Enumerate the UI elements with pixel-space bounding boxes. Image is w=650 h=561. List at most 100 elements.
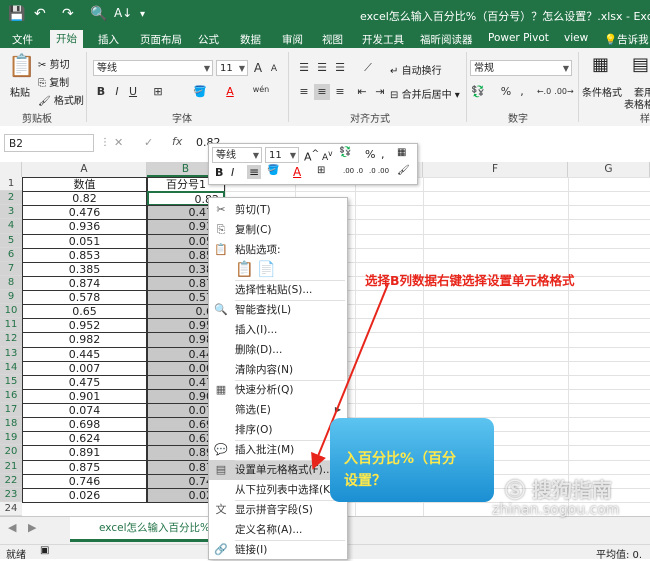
cell-a[interactable]: 0.874	[22, 275, 147, 292]
cell-a[interactable]: 0.82	[22, 191, 147, 207]
shrink-font-button[interactable]: A	[266, 61, 282, 77]
align-middle-icon[interactable]: ☰	[314, 60, 330, 76]
cell-a[interactable]: 0.074	[22, 403, 147, 419]
row-header[interactable]: 7	[0, 261, 22, 276]
row-header[interactable]: 4	[0, 219, 22, 234]
paste-values-icon[interactable]: 📄	[257, 260, 276, 278]
mini-format-table-icon[interactable]: ▦	[397, 147, 406, 158]
mini-size-combo[interactable]: 11 ▼	[265, 147, 299, 163]
row-header[interactable]: 12	[0, 332, 22, 347]
cell-a[interactable]: 0.901	[22, 388, 147, 405]
align-right-icon[interactable]: ≡	[332, 84, 348, 100]
tab-view[interactable]: 视图	[322, 32, 343, 47]
tab-view-en[interactable]: view	[564, 32, 588, 44]
row-header[interactable]: 9	[0, 290, 22, 305]
cell-a1[interactable]: 数值	[22, 177, 147, 193]
italic-button[interactable]: I	[109, 84, 125, 100]
row-header[interactable]: 17	[0, 403, 22, 418]
cancel-icon[interactable]: ✕	[114, 136, 123, 149]
paste-option-icon[interactable]: 📋	[235, 260, 254, 278]
column-header-f[interactable]: F	[423, 162, 568, 177]
row-header[interactable]: 3	[0, 205, 22, 220]
row-header[interactable]: 5	[0, 233, 22, 248]
format-painter-button[interactable]: 🖌 格式刷	[38, 92, 84, 107]
print-preview-icon[interactable]: 🔍	[90, 6, 107, 22]
confirm-icon[interactable]: ✓	[144, 136, 153, 149]
row-header[interactable]: 16	[0, 388, 22, 404]
wrap-text-button[interactable]: ↵ 自动换行	[390, 62, 442, 77]
increase-decimal-icon[interactable]: ←.0	[534, 84, 554, 100]
tab-insert[interactable]: 插入	[98, 32, 119, 47]
increase-indent-icon[interactable]: ⇥	[372, 84, 388, 100]
redo-icon[interactable]: ↷	[62, 6, 74, 22]
decrease-indent-icon[interactable]: ⇤	[354, 84, 370, 100]
cell-a[interactable]: 0.026	[22, 487, 147, 503]
row-header[interactable]: 18	[0, 417, 22, 432]
tab-developer[interactable]: 开发工具	[362, 32, 404, 47]
mini-font-combo[interactable]: 等线 ▼	[212, 147, 262, 163]
mini-bold-button[interactable]: B	[215, 166, 223, 179]
row-header[interactable]: 24	[0, 502, 22, 517]
copy-button[interactable]: ⎘ 复制	[38, 74, 69, 89]
percent-button[interactable]: %	[498, 84, 514, 100]
row-header[interactable]: 11	[0, 318, 22, 333]
conditional-format-button[interactable]: 条件格式	[582, 84, 622, 99]
conditional-format-icon[interactable]: ▦	[592, 54, 609, 75]
context-menu-item[interactable]: 从下拉列表中选择(K)...	[209, 480, 347, 500]
mini-comma-button[interactable]: ,	[381, 148, 385, 161]
grow-font-button[interactable]: A	[250, 60, 266, 76]
macro-record-icon[interactable]: ▣	[40, 545, 49, 556]
cell-a[interactable]: 0.475	[22, 374, 147, 390]
cell-a[interactable]: 0.445	[22, 346, 147, 362]
mini-decrease-decimal-button[interactable]: .0 .00	[369, 167, 389, 175]
paste-button[interactable]: 粘贴	[10, 84, 30, 99]
comma-button[interactable]: ,	[514, 84, 530, 100]
row-header[interactable]: 2	[0, 191, 22, 206]
context-menu-item[interactable]: ✂ 剪切(T)	[209, 200, 347, 220]
scroll-right-icon[interactable]: ▶	[28, 521, 36, 534]
underline-button[interactable]: U	[125, 84, 141, 100]
row-header[interactable]: 20	[0, 445, 22, 460]
cell-a[interactable]: 0.746	[22, 473, 147, 489]
undo-icon[interactable]: ↶	[34, 6, 46, 22]
cell-a[interactable]: 0.624	[22, 431, 147, 447]
tab-file[interactable]: 文件	[12, 32, 33, 47]
save-icon[interactable]: 💾	[8, 6, 25, 22]
column-header-a[interactable]: A	[22, 162, 147, 177]
mini-grow-font-icon[interactable]: A^	[304, 148, 319, 164]
cut-button[interactable]: ✂ 剪切	[38, 56, 70, 71]
cell-a[interactable]: 0.698	[22, 417, 147, 433]
mini-currency-icon[interactable]: 💱	[339, 147, 351, 158]
scroll-left-icon[interactable]: ◀	[8, 521, 16, 534]
context-menu-item[interactable]: 定义名称(A)...	[209, 520, 347, 540]
customize-qat-icon[interactable]: ▾	[140, 9, 145, 20]
font-name-combo[interactable]: 等线 ▼	[93, 60, 213, 76]
cell-a[interactable]: 0.578	[22, 290, 147, 306]
cell-a[interactable]: 0.891	[22, 445, 147, 461]
align-top-icon[interactable]: ☰	[296, 60, 312, 76]
select-all-corner[interactable]	[0, 162, 22, 177]
mini-percent-button[interactable]: %	[365, 148, 375, 161]
bold-button[interactable]: B	[93, 84, 109, 100]
mini-font-color-button[interactable]: A	[293, 165, 301, 179]
tell-me[interactable]: 💡告诉我	[604, 32, 649, 47]
tab-data[interactable]: 数据	[240, 32, 261, 47]
mini-align-center-button[interactable]: ≡	[247, 165, 262, 179]
align-bottom-icon[interactable]: ☰	[332, 60, 348, 76]
orientation-icon[interactable]: ⟋	[360, 60, 376, 76]
tab-page-layout[interactable]: 页面布局	[140, 32, 182, 47]
mini-shrink-font-icon[interactable]: Av	[322, 149, 333, 163]
context-menu-item[interactable]: ⎘ 复制(C)	[209, 220, 347, 240]
mini-italic-button[interactable]: I	[231, 166, 234, 179]
row-header[interactable]: 1	[0, 177, 22, 192]
column-header-g[interactable]: G	[568, 162, 650, 177]
mini-border-icon[interactable]: ⊞	[317, 165, 325, 176]
cell-a[interactable]: 0.952	[22, 318, 147, 334]
row-header[interactable]: 22	[0, 473, 22, 488]
cell-a[interactable]: 0.875	[22, 459, 147, 475]
cell-a[interactable]: 0.936	[22, 219, 147, 235]
cell-a[interactable]: 0.051	[22, 233, 147, 249]
context-menu-item[interactable]: 文显示拼音字段(S)	[209, 500, 347, 520]
cell-a[interactable]: 0.476	[22, 205, 147, 221]
cell-a[interactable]: 0.65	[22, 304, 147, 320]
